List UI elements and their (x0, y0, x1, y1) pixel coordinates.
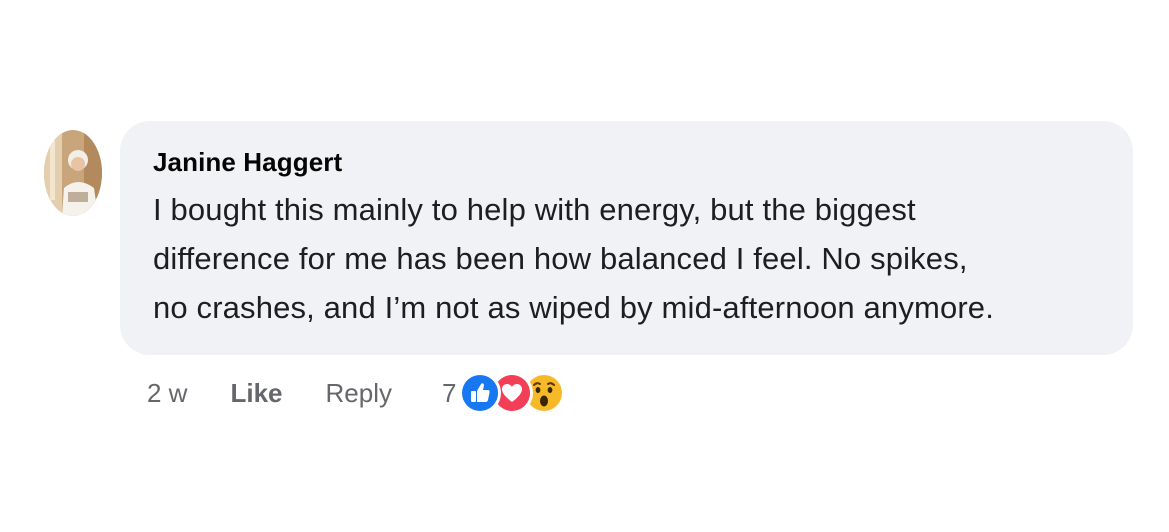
comment-text-line: difference for me has been how balanced … (153, 241, 968, 276)
comment-bubble: Janine Haggert I bought this mainly to h… (120, 121, 1133, 355)
reaction-summary[interactable]: 7 (441, 372, 566, 414)
profile-photo-icon (44, 130, 102, 216)
like-button[interactable]: Like (230, 378, 282, 409)
reaction-count: 7 (441, 377, 457, 408)
comment-text: I bought this mainly to help with energy… (153, 185, 1103, 332)
comment-text-line: no crashes, and I’m not as wiped by mid-… (153, 290, 994, 325)
avatar[interactable] (44, 130, 102, 216)
comment-actions: 2 w Like Reply 7 (147, 372, 566, 414)
comment-timestamp[interactable]: 2 w (147, 378, 187, 409)
comment-author[interactable]: Janine Haggert (153, 147, 1103, 177)
like-icon (459, 372, 502, 414)
comment-text-line: I bought this mainly to help with energy… (153, 192, 916, 227)
reply-button[interactable]: Reply (326, 378, 392, 409)
